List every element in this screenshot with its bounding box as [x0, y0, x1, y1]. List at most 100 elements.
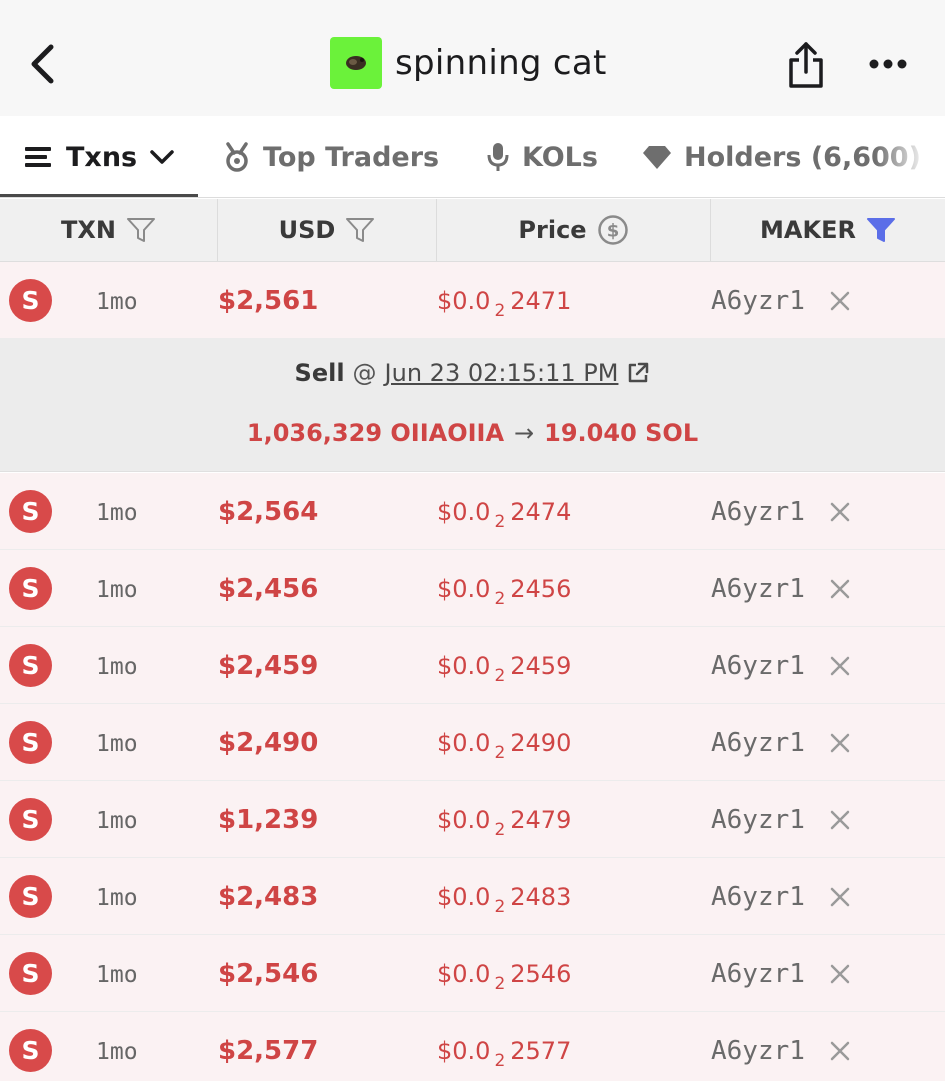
table-row[interactable]: S 1mo $2,483 $0.0 2 2483 A6yzr1 — [0, 858, 945, 935]
close-icon[interactable] — [826, 287, 854, 315]
sell-badge[interactable]: S — [9, 952, 52, 995]
tab-top-traders[interactable]: Top Traders — [223, 116, 440, 197]
sell-badge[interactable]: S — [9, 490, 52, 533]
tab-kols-label: KOLs — [522, 141, 598, 173]
txn-usd: $2,456 — [218, 574, 319, 604]
table-row[interactable]: S 1mo $2,459 $0.0 2 2459 A6yzr1 — [0, 627, 945, 704]
close-icon[interactable] — [826, 883, 854, 911]
column-txn[interactable]: TXN — [0, 199, 218, 261]
sell-badge[interactable]: S — [9, 1029, 52, 1072]
close-icon[interactable] — [826, 652, 854, 680]
sell-badge[interactable]: S — [9, 279, 52, 322]
maker-address[interactable]: A6yzr1 — [711, 286, 805, 316]
sell-badge[interactable]: S — [9, 798, 52, 841]
table-row[interactable]: S 1mo $2,456 $0.0 2 2456 A6yzr1 — [0, 550, 945, 627]
maker-address[interactable]: A6yzr1 — [711, 497, 805, 527]
txn-price: $0.0 2 2471 — [437, 287, 572, 321]
column-usd[interactable]: USD — [218, 199, 437, 261]
txn-age: 1mo — [96, 808, 138, 834]
txn-price: $0.0 2 2577 — [437, 1037, 572, 1071]
txn-age: 1mo — [96, 731, 138, 757]
dollar-coin-icon[interactable]: $ — [597, 214, 629, 246]
tab-kols[interactable]: KOLs — [486, 116, 598, 197]
txn-price: $0.0 2 2479 — [437, 806, 572, 840]
more-icon — [869, 59, 907, 69]
column-txn-label: TXN — [61, 216, 116, 244]
maker-address[interactable]: A6yzr1 — [711, 1036, 805, 1066]
maker-address[interactable]: A6yzr1 — [711, 574, 805, 604]
top-bar: spinning cat — [0, 0, 945, 116]
chevron-down-icon — [149, 148, 175, 166]
table-row[interactable]: S 1mo $2,490 $0.0 2 2490 A6yzr1 — [0, 704, 945, 781]
tab-holders[interactable]: Holders (6,600) — [642, 116, 921, 197]
tab-txns[interactable]: Txns — [24, 116, 175, 197]
table-row[interactable]: S 1mo $1,239 $0.0 2 2479 A6yzr1 — [0, 781, 945, 858]
filter-icon[interactable] — [345, 216, 375, 244]
table-row[interactable]: S 1mo $2,561 $0.0 2 2471 A6yzr1 — [0, 262, 945, 339]
tab-holders-label: Holders (6,600) — [684, 141, 921, 173]
close-icon[interactable] — [826, 960, 854, 988]
list-icon — [24, 145, 54, 169]
txn-usd: $2,490 — [218, 728, 319, 758]
txn-age: 1mo — [96, 654, 138, 680]
close-icon[interactable] — [826, 575, 854, 603]
column-maker-label: MAKER — [760, 216, 856, 244]
tab-bar: Txns Top Traders KOLs Holders (6,600) — [0, 116, 945, 198]
txn-age: 1mo — [96, 500, 138, 526]
column-usd-label: USD — [278, 216, 336, 244]
back-button[interactable] — [18, 36, 66, 92]
maker-address[interactable]: A6yzr1 — [711, 882, 805, 912]
close-icon[interactable] — [826, 806, 854, 834]
sell-badge[interactable]: S — [9, 721, 52, 764]
column-price[interactable]: Price $ — [437, 199, 711, 261]
sell-badge[interactable]: S — [9, 567, 52, 610]
txn-age: 1mo — [96, 962, 138, 988]
token-title[interactable]: spinning cat — [330, 36, 607, 90]
active-tab-indicator — [0, 194, 198, 197]
table-row[interactable]: S 1mo $2,546 $0.0 2 2546 A6yzr1 — [0, 935, 945, 1012]
maker-address[interactable]: A6yzr1 — [711, 651, 805, 681]
txn-age: 1mo — [96, 1039, 138, 1065]
more-button[interactable] — [862, 40, 914, 88]
table-row[interactable]: S 1mo $2,577 $0.0 2 2577 A6yzr1 — [0, 1012, 945, 1081]
token-logo — [330, 37, 382, 89]
microphone-icon — [486, 141, 510, 173]
arrow-right-icon: → — [514, 419, 535, 447]
maker-address[interactable]: A6yzr1 — [711, 959, 805, 989]
txn-age: 1mo — [96, 289, 138, 315]
close-icon[interactable] — [826, 498, 854, 526]
column-price-label: Price — [518, 216, 587, 244]
txn-price: $0.0 2 2483 — [437, 883, 572, 917]
txn-action: Sell — [294, 359, 345, 387]
table-header: TXN USD Price $ MAKER — [0, 199, 945, 262]
txn-usd: $2,561 — [218, 286, 319, 316]
txn-price: $0.0 2 2546 — [437, 960, 572, 994]
external-link-icon[interactable] — [626, 361, 650, 385]
page-title: spinning cat — [395, 43, 607, 83]
column-maker[interactable]: MAKER — [711, 199, 945, 261]
maker-address[interactable]: A6yzr1 — [711, 728, 805, 758]
filter-icon[interactable] — [126, 216, 156, 244]
txn-usd: $2,459 — [218, 651, 319, 681]
svg-text:$: $ — [606, 221, 619, 242]
txn-date-link[interactable]: Jun 23 02:15:11 PM — [385, 359, 619, 387]
sell-badge[interactable]: S — [9, 644, 52, 687]
sell-badge[interactable]: S — [9, 875, 52, 918]
txn-usd: $2,577 — [218, 1036, 319, 1066]
tab-top-traders-label: Top Traders — [263, 141, 440, 173]
close-icon[interactable] — [826, 1037, 854, 1065]
table-row[interactable]: S 1mo $2,564 $0.0 2 2474 A6yzr1 — [0, 473, 945, 550]
share-button[interactable] — [780, 38, 832, 92]
txn-usd: $1,239 — [218, 805, 319, 835]
close-icon[interactable] — [826, 729, 854, 757]
txn-usd: $2,483 — [218, 882, 319, 912]
txn-usd: $2,564 — [218, 497, 319, 527]
share-icon — [789, 42, 823, 88]
chevron-left-icon — [31, 44, 54, 84]
filter-active-icon[interactable] — [866, 216, 896, 244]
at-sign: @ — [352, 359, 377, 387]
maker-address[interactable]: A6yzr1 — [711, 805, 805, 835]
txn-detail-summary: Sell @ Jun 23 02:15:11 PM — [0, 359, 945, 387]
from-amount: 1,036,329 OIIAOIIA — [246, 419, 505, 447]
txn-price: $0.0 2 2456 — [437, 575, 572, 609]
